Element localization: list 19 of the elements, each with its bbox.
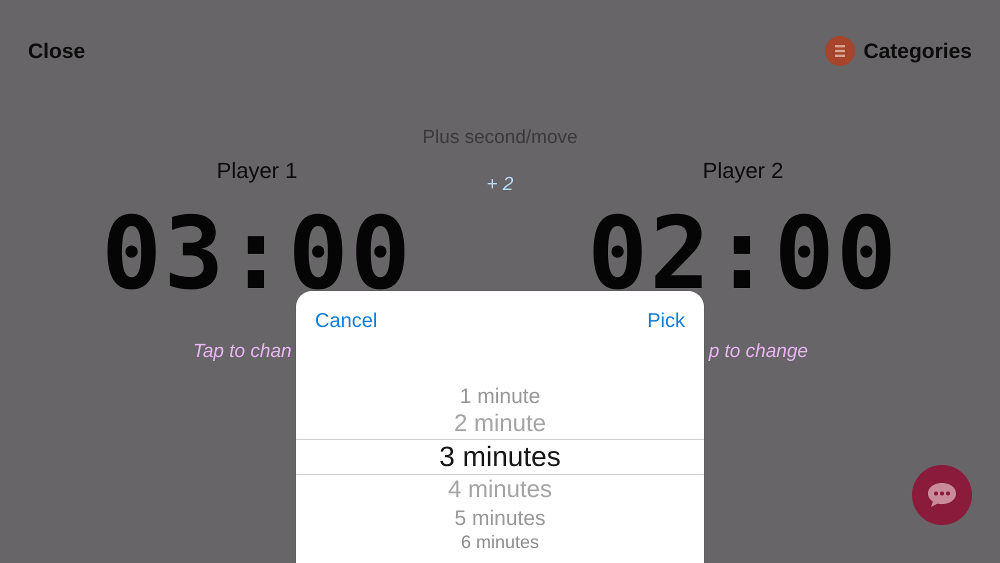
pick-button[interactable]: Pick <box>647 311 685 331</box>
picker-option[interactable]: 6 minutes <box>460 533 540 551</box>
picker-option[interactable]: 4 minutes <box>448 478 552 502</box>
picker-option[interactable]: 1 minute <box>460 386 540 406</box>
clock-time[interactable]: 03:00 <box>101 204 413 304</box>
clock-time[interactable]: 02:00 <box>587 204 899 304</box>
change-hint[interactable]: p to change <box>708 342 808 361</box>
picker-option[interactable]: 5 minutes <box>454 508 546 528</box>
cancel-button[interactable]: Cancel <box>315 311 378 331</box>
categories-button[interactable]: Categories <box>825 36 972 66</box>
chat-bubble-icon <box>926 481 958 509</box>
change-hint[interactable]: Tap to chan <box>193 342 292 361</box>
picker-option[interactable]: 3 minutes <box>439 443 561 471</box>
increment-value[interactable]: + 2 <box>486 175 514 194</box>
player-name: Player 1 <box>216 160 298 182</box>
close-button[interactable]: Close <box>28 40 86 62</box>
menu-icon <box>825 36 856 66</box>
picker-option[interactable]: 2 minute <box>454 412 546 436</box>
player-name: Player 2 <box>702 160 784 182</box>
